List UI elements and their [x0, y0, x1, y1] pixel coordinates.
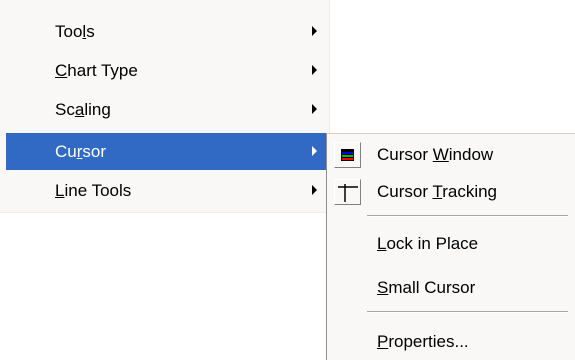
submenu-separator: [367, 215, 568, 217]
menu-item-scaling[interactable]: Scaling: [6, 91, 326, 128]
menu-item-cursor[interactable]: Cursor: [6, 133, 326, 170]
cursor-submenu: Cursor Window Cursor Tracking Lock in Pl…: [326, 133, 575, 360]
submenu-arrow-icon: [312, 65, 317, 75]
submenu-item-cursor-window[interactable]: Cursor Window: [327, 137, 575, 173]
submenu-arrow-icon: [312, 146, 317, 156]
menu-item-label: Line Tools: [55, 181, 132, 200]
submenu-item-lock-in-place[interactable]: Lock in Place: [327, 226, 575, 262]
submenu-separator: [367, 311, 568, 313]
crosshair-icon: [334, 179, 361, 205]
submenu-arrow-icon: [312, 185, 317, 195]
submenu-item-label: Cursor Window: [377, 145, 494, 164]
submenu-item-cursor-tracking[interactable]: Cursor Tracking: [327, 174, 575, 210]
menu-item-label: Scaling: [55, 100, 111, 119]
menu-item-chart-type[interactable]: Chart Type: [6, 52, 326, 89]
submenu-item-label: Properties...: [377, 332, 469, 351]
submenu-item-properties[interactable]: Properties...: [327, 324, 575, 360]
context-menu: Tools Chart Type Scaling Cursor Line Too…: [0, 0, 330, 213]
submenu-arrow-icon: [312, 104, 317, 114]
submenu-item-label: Cursor Tracking: [377, 182, 498, 201]
cursor-window-icon: [334, 142, 361, 168]
menu-item-label: Cursor: [55, 142, 107, 161]
menu-item-tools[interactable]: Tools: [6, 13, 326, 50]
submenu-item-small-cursor[interactable]: Small Cursor: [327, 270, 575, 306]
submenu-item-label: Lock in Place: [377, 234, 479, 253]
menu-item-line-tools[interactable]: Line Tools: [6, 172, 326, 209]
menu-item-label: Chart Type: [55, 61, 138, 80]
menu-item-label: Tools: [55, 22, 95, 41]
submenu-item-label: Small Cursor: [377, 278, 476, 297]
submenu-arrow-icon: [312, 26, 317, 36]
